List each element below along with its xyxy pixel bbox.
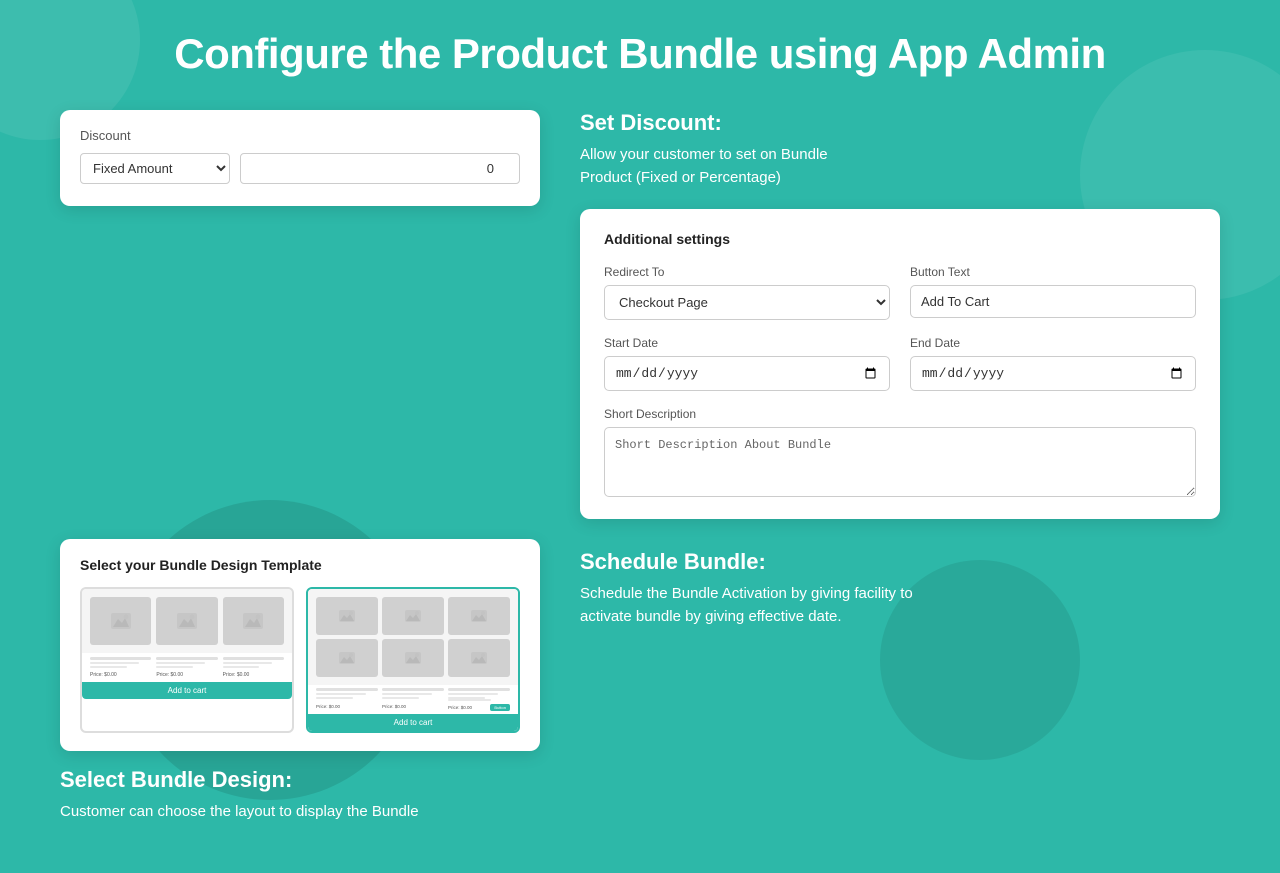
bundle-design-card: Select your Bundle Design Template [60, 539, 540, 751]
set-discount-description: Set Discount: Allow your customer to set… [580, 110, 1220, 189]
bundle-design-description: Select Bundle Design: Customer can choos… [60, 767, 540, 824]
schedule-bundle-text: Schedule the Bundle Activation by giving… [580, 583, 1220, 628]
short-description-label: Short Description [604, 407, 1196, 421]
start-date-label: Start Date [604, 336, 890, 350]
button-text-input[interactable] [910, 285, 1196, 318]
thumb-2-4 [316, 639, 378, 677]
end-date-input[interactable] [910, 356, 1196, 391]
thumb-2-2 [382, 597, 444, 635]
button-text-label: Button Text [910, 265, 1196, 279]
redirect-to-select[interactable]: Checkout Page Cart Page [604, 285, 890, 320]
template-1-add-btn[interactable]: Add to cart [82, 682, 292, 699]
thumb-1-2 [156, 597, 217, 645]
settings-card-title: Additional settings [604, 231, 1196, 247]
thumb-2-6 [448, 639, 510, 677]
thumb-1-3 [223, 597, 284, 645]
end-date-label: End Date [910, 336, 1196, 350]
schedule-bundle-title: Schedule Bundle: [580, 549, 1220, 575]
page-title: Configure the Product Bundle using App A… [60, 30, 1220, 78]
template-2-add-btn[interactable]: Add to cart [308, 714, 518, 731]
discount-card: Discount Fixed Amount Percentage [60, 110, 540, 206]
template-option-2[interactable]: Price: $0.00 Price: $0.00 Price: $0.00 B… [306, 587, 520, 733]
redirect-to-label: Redirect To [604, 265, 890, 279]
thumb-2-1 [316, 597, 378, 635]
discount-value-input[interactable] [240, 153, 520, 184]
set-discount-text: Allow your customer to set on Bundle Pro… [580, 144, 1220, 189]
select-bundle-design-title: Select Bundle Design: [60, 767, 540, 793]
select-bundle-design-text: Customer can choose the layout to displa… [60, 801, 540, 824]
set-discount-title: Set Discount: [580, 110, 1220, 136]
start-date-input[interactable] [604, 356, 890, 391]
short-description-textarea[interactable]: Short Description About Bundle [604, 427, 1196, 497]
thumb-2-3 [448, 597, 510, 635]
thumb-1-1 [90, 597, 151, 645]
additional-settings-card: Additional settings Redirect To Checkout… [580, 209, 1220, 519]
schedule-bundle-description: Schedule Bundle: Schedule the Bundle Act… [580, 549, 1220, 628]
discount-label: Discount [80, 128, 520, 143]
discount-type-select[interactable]: Fixed Amount Percentage [80, 153, 230, 184]
bundle-card-title: Select your Bundle Design Template [80, 557, 520, 573]
template-option-1[interactable]: Price: $0.00 Price: $0.00 Price: $0.00 A… [80, 587, 294, 733]
thumb-2-5 [382, 639, 444, 677]
